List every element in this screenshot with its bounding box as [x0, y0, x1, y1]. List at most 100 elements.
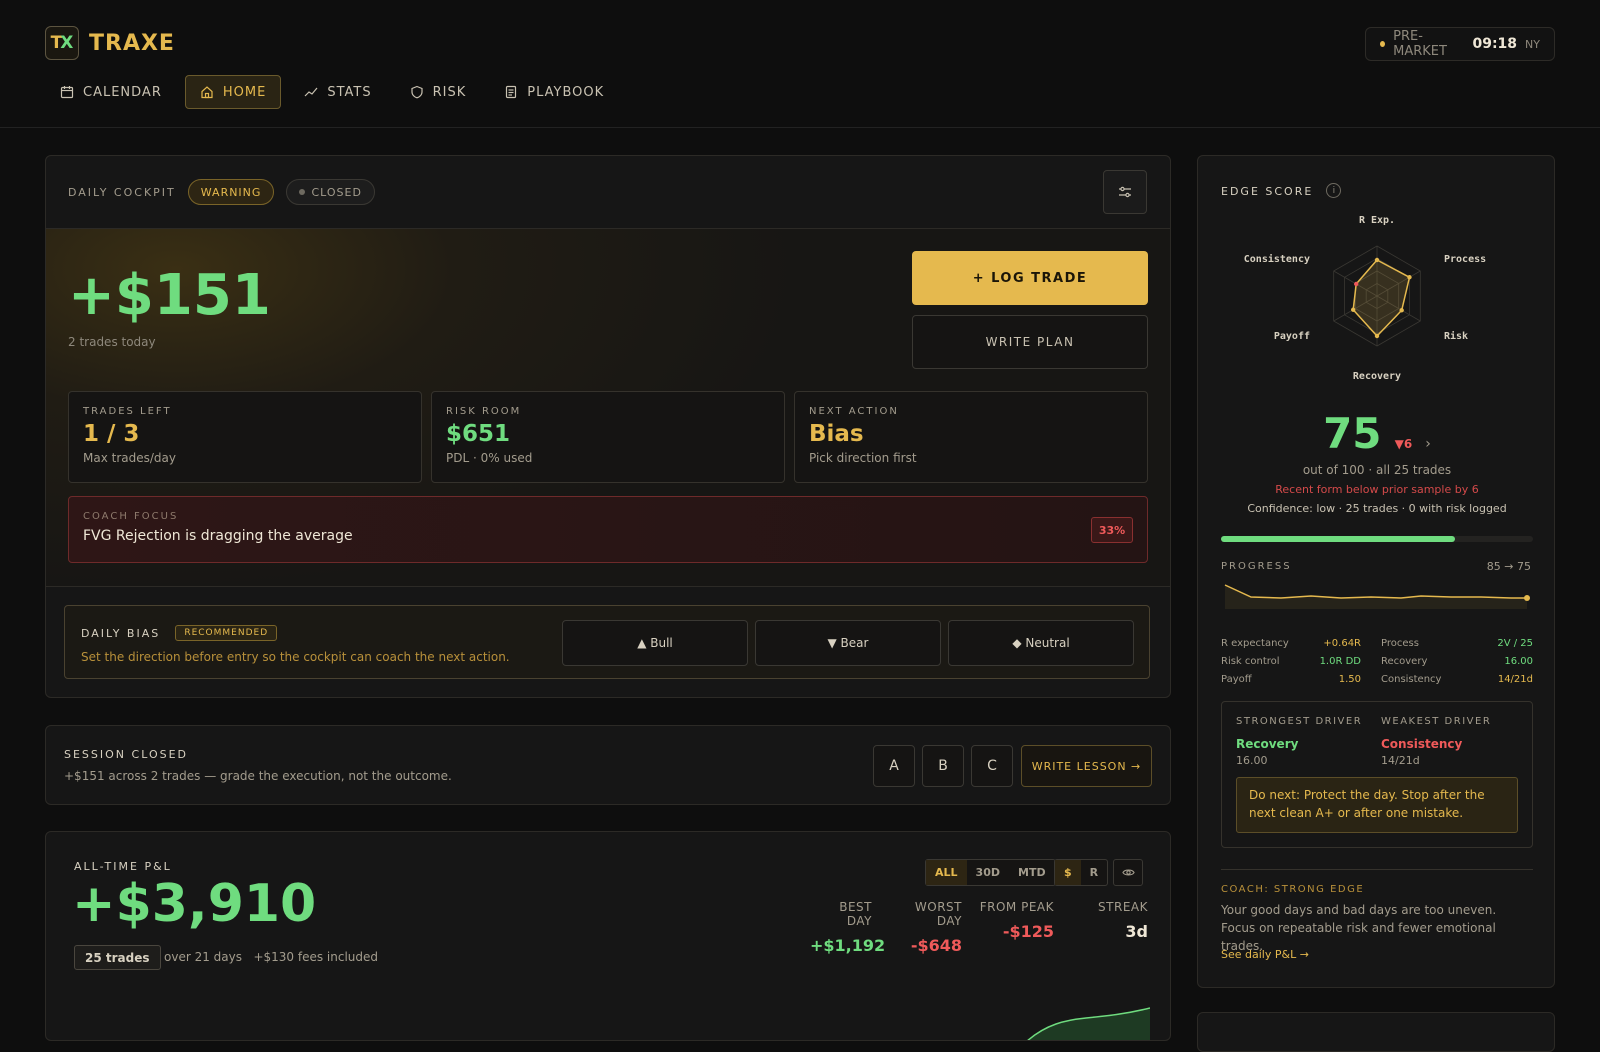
range-all[interactable]: ALL	[926, 860, 967, 885]
kpi-streak-label: STREAK	[1098, 900, 1148, 914]
coach-divider	[1221, 869, 1533, 870]
metric-row: R expectancy +0.64R Process 2V / 25	[1221, 634, 1533, 652]
app-name: TRAXE	[89, 30, 175, 56]
equity-curve	[1027, 1007, 1150, 1040]
next-action-value: Bias	[809, 421, 864, 447]
nav-home-label: HOME	[222, 84, 267, 100]
coach-focus[interactable]: COACH FOCUS FVG Rejection is dragging th…	[68, 496, 1148, 563]
edge-score-bar	[1221, 536, 1533, 542]
unit-toggle: $ R	[1054, 859, 1109, 886]
sliders-icon	[1119, 186, 1131, 198]
coach-focus-text: FVG Rejection is dragging the average	[83, 528, 353, 544]
radar-point	[1374, 333, 1380, 339]
edge-score: 75 ▼6 ›	[1198, 409, 1554, 458]
weakest-driver-name: Consistency	[1381, 737, 1463, 751]
kpi-from-peak: FROM PEAK -$125	[976, 900, 1054, 941]
nav-risk[interactable]: RISK	[395, 75, 482, 109]
kpi-worst-day-value: -$648	[910, 936, 962, 955]
metric-value: 14/21d	[1497, 673, 1533, 685]
app-logo[interactable]: TX TRAXE	[45, 26, 175, 60]
edge-score-title: EDGE SCORE	[1221, 185, 1314, 198]
closed-badge: CLOSED	[286, 179, 375, 205]
range-toggle: ALL 30D MTD	[925, 859, 1056, 886]
strongest-driver-label: STRONGEST DRIVER	[1236, 716, 1363, 727]
radar-point	[1374, 257, 1380, 263]
next-action-label: NEXT ACTION	[809, 406, 899, 417]
kpi-streak-value: 3d	[1125, 922, 1148, 941]
risk-room-sub: PDL · 0% used	[446, 451, 533, 465]
nav-home[interactable]: HOME	[184, 75, 282, 109]
metric-name: Payoff	[1221, 673, 1252, 685]
metric-value: +0.64R	[1323, 637, 1361, 649]
nav-calendar[interactable]: CALENDAR	[45, 75, 177, 109]
radar-label-payoff: Payoff	[1274, 331, 1310, 342]
cockpit-title: DAILY COCKPIT	[68, 185, 176, 199]
radar-point	[1350, 307, 1356, 312]
bias-neutral-button[interactable]: ◆ Neutral	[948, 620, 1134, 666]
all-time-pnl-panel: ALL-TIME P&L +$3,910 25 trades over 21 d…	[45, 831, 1171, 1041]
trades-left-sub: Max trades/day	[83, 451, 176, 465]
logo-mark: TX	[45, 26, 79, 60]
range-30d[interactable]: 30D	[967, 860, 1009, 885]
edge-form-note: Recent form below prior sample by 6	[1275, 483, 1479, 496]
nav-stats[interactable]: STATS	[289, 75, 386, 109]
radar-label-risk: Risk	[1444, 330, 1468, 342]
progress-change: 85 → 75	[1486, 560, 1531, 573]
see-daily-pnl-link[interactable]: See daily P&L →	[1221, 948, 1309, 961]
unit-dollar[interactable]: $	[1055, 860, 1081, 885]
grade-a-button[interactable]: A	[873, 745, 915, 787]
range-mtd[interactable]: MTD	[1009, 860, 1055, 885]
weakest-driver-label: WEAKEST DRIVER	[1381, 716, 1492, 727]
nav-risk-label: RISK	[432, 84, 467, 100]
metric-name: Risk control	[1221, 655, 1280, 667]
next-action-card: NEXT ACTION Bias Pick direction first	[794, 391, 1148, 483]
edge-score-delta: ▼6	[1394, 436, 1413, 451]
cockpit-hero: +$151 2 trades today + LOG TRADE WRITE P…	[46, 229, 1170, 587]
cockpit-header: DAILY COCKPIT WARNING CLOSED	[46, 156, 1170, 229]
market-timezone: NY	[1525, 37, 1540, 51]
weakest-driver-value: 14/21d	[1381, 754, 1420, 767]
chevron-right-icon[interactable]: ›	[1425, 436, 1431, 452]
write-lesson-button[interactable]: WRITE LESSON →	[1021, 745, 1152, 787]
metric-name: Process	[1381, 637, 1419, 649]
trades-left-value: 1 / 3	[83, 421, 140, 447]
edge-coach-text: Your good days and bad days are too unev…	[1221, 903, 1497, 953]
bias-bear-button[interactable]: ▼ Bear	[755, 620, 941, 666]
daily-pnl: +$151	[68, 263, 271, 328]
shield-icon	[410, 85, 423, 99]
write-plan-button[interactable]: WRITE PLAN	[912, 315, 1148, 369]
nav-playbook[interactable]: PLAYBOOK	[489, 75, 619, 109]
market-time: 09:18	[1472, 36, 1518, 52]
hide-values-button[interactable]	[1113, 859, 1143, 886]
trades-left-card: TRADES LEFT 1 / 3 Max trades/day	[68, 391, 422, 483]
strongest-driver-value: 16.00	[1236, 754, 1268, 767]
radar-point	[1399, 308, 1404, 313]
grade-b-button[interactable]: B	[922, 745, 964, 787]
nav-playbook-label: PLAYBOOK	[527, 84, 605, 100]
all-time-fees: +$130 fees included	[253, 950, 378, 964]
all-time-value: +$3,910	[72, 874, 317, 934]
session-dot-icon	[1380, 41, 1386, 47]
all-time-title: ALL-TIME P&L	[74, 860, 172, 873]
closed-badge-label: CLOSED	[311, 185, 362, 199]
kpi-streak: STREAK 3d	[1068, 900, 1148, 941]
recommended-badge: RECOMMENDED	[175, 624, 278, 641]
kpi-best-day: BEST DAY +$1,192	[810, 900, 885, 955]
kpi-best-day-label: BEST DAY	[839, 900, 872, 928]
cockpit-settings-button[interactable]	[1103, 170, 1147, 214]
header-divider	[0, 127, 1600, 128]
bias-bull-button[interactable]: ▲ Bull	[562, 620, 748, 666]
unit-r[interactable]: R	[1081, 860, 1107, 885]
radar-point	[1407, 275, 1412, 280]
document-icon	[506, 85, 517, 99]
coach-focus-label: COACH FOCUS	[83, 511, 179, 522]
all-time-days: over 21 days	[164, 950, 242, 964]
metric-value: 16.00	[1504, 655, 1533, 667]
do-next-note: Do next: Protect the day. Stop after the…	[1236, 777, 1518, 833]
risk-room-label: RISK ROOM	[446, 406, 522, 417]
info-icon[interactable]: i	[1326, 183, 1342, 198]
grade-c-button[interactable]: C	[971, 745, 1013, 787]
log-trade-button[interactable]: + LOG TRADE	[912, 251, 1148, 305]
metric-name: R expectancy	[1221, 637, 1289, 649]
home-icon	[201, 86, 213, 99]
